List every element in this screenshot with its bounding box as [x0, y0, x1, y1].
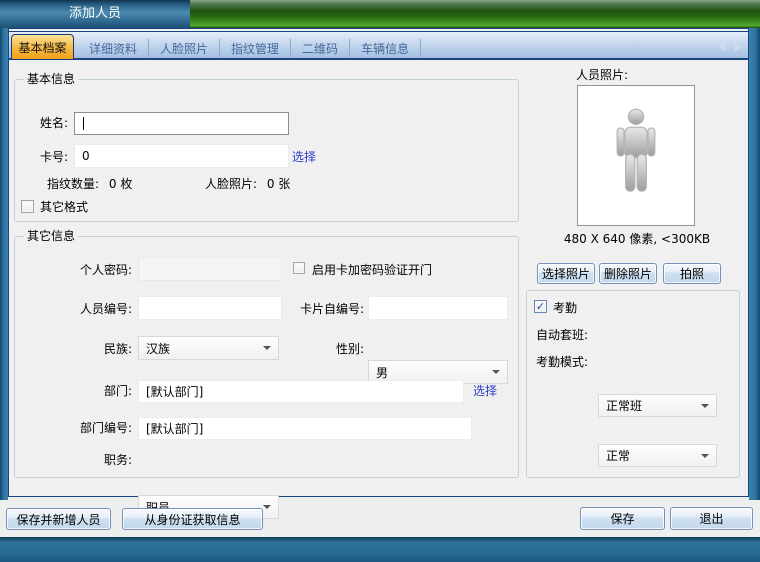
- tab-fingerprint[interactable]: 指纹管理: [220, 39, 291, 57]
- enable-card-password-label: 启用卡加密码验证开门: [312, 263, 432, 277]
- personal-password-input: [138, 257, 282, 281]
- dropdown-arrow-icon: [701, 404, 709, 408]
- select-photo-button[interactable]: 选择照片: [537, 263, 595, 284]
- photo-spec-caption: 480 X 640 像素, <300KB: [532, 232, 742, 246]
- title-bar: [190, 0, 760, 28]
- attendance-mode-value: 正常: [606, 447, 630, 464]
- gender-label: 性别:: [264, 342, 364, 356]
- department-number-input[interactable]: [默认部门]: [138, 417, 472, 440]
- window-frame-right: [749, 28, 760, 500]
- tab-qrcode[interactable]: 二维码: [291, 39, 350, 57]
- window-title-tab: 添加人员: [0, 0, 190, 28]
- save-button[interactable]: 保存: [580, 507, 665, 530]
- person-number-input[interactable]: [138, 296, 282, 320]
- tab-scroll-left-icon[interactable]: [719, 42, 725, 52]
- card-number-label: 卡号:: [18, 150, 68, 164]
- dropdown-arrow-icon: [492, 370, 500, 374]
- delete-photo-button[interactable]: 删除照片: [599, 263, 657, 284]
- page-title: 添加人员: [69, 7, 121, 21]
- ethnicity-label: 民族:: [32, 342, 132, 356]
- person-photo-preview: [577, 85, 695, 226]
- card-number-value: 0: [82, 149, 90, 163]
- ethnicity-select[interactable]: 汉族: [138, 336, 279, 360]
- dropdown-arrow-icon: [701, 454, 709, 458]
- tab-label: 基本档案: [18, 39, 66, 56]
- tab-scroll-right-icon[interactable]: [735, 42, 741, 52]
- auto-shift-select[interactable]: 正常班: [598, 394, 717, 417]
- window-frame-left: [0, 28, 8, 500]
- position-label: 职务:: [32, 453, 132, 467]
- card-select-link[interactable]: 选择: [292, 150, 316, 164]
- enable-card-password-checkbox[interactable]: [293, 262, 305, 274]
- basic-info-group-title: 基本信息: [24, 72, 78, 86]
- fingerprint-count-value: 0 枚: [109, 177, 132, 191]
- face-photo-count: 人脸照片: 0 张: [205, 177, 290, 191]
- name-input[interactable]: [74, 112, 289, 135]
- gender-value: 男: [376, 364, 388, 381]
- face-photo-count-label: 人脸照片:: [205, 177, 257, 191]
- auto-shift-label: 自动套班:: [536, 328, 588, 342]
- ethnicity-value: 汉族: [146, 340, 170, 357]
- attendance-mode-label: 考勤模式:: [536, 355, 588, 369]
- dropdown-arrow-icon: [263, 505, 271, 509]
- name-label: 姓名:: [18, 116, 68, 130]
- attendance-checkbox[interactable]: [534, 300, 547, 313]
- read-id-card-button[interactable]: 从身份证获取信息: [122, 508, 263, 530]
- department-number-value: [默认部门]: [146, 420, 203, 437]
- tab-detail-info[interactable]: 详细资料: [78, 39, 149, 57]
- attendance-mode-select[interactable]: 正常: [598, 444, 717, 467]
- capture-photo-button[interactable]: 拍照: [663, 263, 721, 284]
- tab-scroll-arrows: [712, 41, 748, 53]
- text-caret: [83, 117, 84, 130]
- card-custom-number-input[interactable]: [368, 296, 508, 320]
- fingerprint-count: 指纹数量: 0 枚: [47, 177, 132, 191]
- tab-face-photo[interactable]: 人脸照片: [149, 39, 220, 57]
- face-photo-count-value: 0 张: [267, 177, 290, 191]
- department-value: [默认部门]: [146, 383, 203, 400]
- department-select-link[interactable]: 选择: [473, 384, 497, 398]
- tab-basic-archive[interactable]: 基本档案: [11, 34, 74, 60]
- add-person-dialog: 添加人员 基本档案 详细资料 人脸照片 指纹管理 二维码 车辆信息 基本信息 姓…: [0, 0, 760, 562]
- other-format-checkbox[interactable]: [21, 200, 34, 213]
- department-number-label: 部门编号:: [32, 421, 132, 435]
- fingerprint-count-label: 指纹数量:: [47, 177, 99, 191]
- department-label: 部门:: [32, 384, 132, 398]
- personal-password-label: 个人密码:: [32, 263, 132, 277]
- tab-list: 详细资料 人脸照片 指纹管理 二维码 车辆信息: [78, 38, 421, 58]
- department-input[interactable]: [默认部门]: [138, 380, 464, 403]
- window-bottom-band: [0, 537, 760, 562]
- other-format-label: 其它格式: [40, 200, 88, 214]
- person-photo-label: 人员照片:: [576, 68, 628, 82]
- auto-shift-value: 正常班: [606, 397, 642, 414]
- person-silhouette-icon: [612, 106, 660, 206]
- tab-vehicle-info[interactable]: 车辆信息: [350, 39, 421, 57]
- card-custom-number-label: 卡片自编号:: [264, 302, 364, 316]
- save-and-add-button[interactable]: 保存并新增人员: [6, 508, 111, 530]
- person-number-label: 人员编号:: [32, 302, 132, 316]
- attendance-checkbox-label: 考勤: [553, 301, 577, 315]
- card-number-input[interactable]: 0: [74, 144, 289, 168]
- exit-button[interactable]: 退出: [670, 507, 753, 530]
- other-info-group-title: 其它信息: [24, 229, 78, 243]
